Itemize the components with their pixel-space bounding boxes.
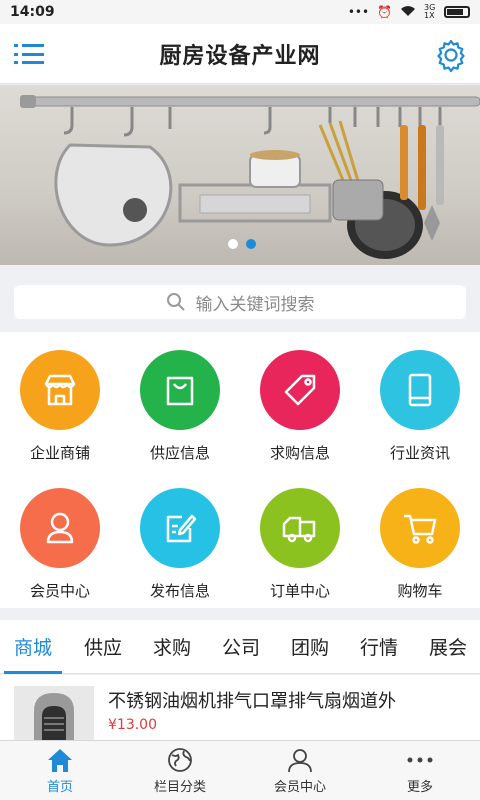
menu-button[interactable] (14, 40, 44, 68)
grid-item-shops[interactable]: 企业商铺 (0, 350, 120, 463)
search-placeholder: 输入关键词搜索 (195, 294, 315, 315)
home-icon (48, 748, 72, 772)
grid-label: 购物车 (397, 582, 443, 600)
signal-label: 3G 1X (424, 3, 436, 20)
grid-item-publish[interactable]: 发布信息 (120, 488, 240, 601)
status-icons: ••• ⏰ 3G 1X (348, 4, 470, 20)
grid-item-purchase[interactable]: 求购信息 (240, 350, 360, 463)
product-thumbnail (14, 686, 94, 746)
divider (0, 608, 480, 620)
grid-item-news[interactable]: 行业资讯 (360, 350, 480, 463)
globe-icon (168, 747, 192, 772)
list-item[interactable]: 不锈钢油烟机排气口罩排气扇烟道外 ¥13.00 (0, 675, 480, 746)
status-time: 14:09 (10, 4, 55, 20)
search-input[interactable]: 输入关键词搜索 (14, 285, 466, 319)
category-grid: 企业商铺 供应信息 求购信息 行业资讯 会员中心 发布信息 订单中心 购物车 (0, 332, 480, 608)
tab-market[interactable]: 行情 (360, 620, 398, 674)
grid-item-orders[interactable]: 订单中心 (240, 488, 360, 601)
nav-categories[interactable]: 栏目分类 (120, 741, 240, 800)
grid-label: 会员中心 (29, 582, 90, 600)
tab-company[interactable]: 公司 (222, 620, 260, 674)
tab-group-buy[interactable]: 团购 (291, 620, 329, 674)
carousel-indicator (228, 239, 256, 249)
grid-label: 行业资讯 (389, 444, 450, 462)
tab-mall[interactable]: 商城 (3, 620, 63, 674)
product-price: ¥13.00 (108, 717, 157, 733)
nav-member[interactable]: 会员中心 (240, 741, 360, 800)
shopping-bag-icon (140, 350, 220, 430)
tablet-icon (380, 350, 460, 430)
app-header: 厨房设备产业网 (0, 24, 480, 84)
settings-button[interactable] (434, 38, 468, 73)
person-icon (288, 748, 312, 772)
tab-supply[interactable]: 供应 (84, 620, 122, 674)
page-title: 厨房设备产业网 (159, 43, 321, 69)
carousel-dot-active[interactable] (246, 239, 256, 249)
more-icon (407, 757, 433, 762)
grid-item-supply[interactable]: 供应信息 (120, 350, 240, 463)
status-bar: 14:09 ••• ⏰ 3G 1X (0, 0, 480, 24)
edit-icon (140, 488, 220, 568)
product-name: 不锈钢油烟机排气口罩排气扇烟道外 (108, 691, 396, 712)
banner-image (20, 95, 480, 259)
battery-icon (444, 6, 470, 18)
banner-carousel[interactable] (0, 85, 480, 265)
grid-label: 发布信息 (149, 582, 210, 600)
nav-home[interactable]: 首页 (0, 741, 120, 800)
alarm-icon: ⏰ (377, 5, 392, 19)
bottom-nav: 首页 栏目分类 会员中心 更多 (0, 740, 480, 800)
carousel-dot[interactable] (228, 239, 238, 249)
tag-icon (260, 350, 340, 430)
menu-icon (14, 44, 44, 47)
category-tabs: 商城 供应 求购 公司 团购 行情 展会 (0, 620, 480, 674)
grid-item-member[interactable]: 会员中心 (0, 488, 120, 601)
storefront-icon (20, 350, 100, 430)
search-section: 输入关键词搜索 (0, 266, 480, 332)
nav-more[interactable]: 更多 (360, 741, 480, 800)
tab-purchase[interactable]: 求购 (153, 620, 191, 674)
cart-icon (380, 488, 460, 568)
grid-label: 企业商铺 (29, 444, 90, 462)
search-icon (166, 293, 185, 311)
tab-exhibition[interactable]: 展会 (429, 620, 467, 674)
grid-label: 供应信息 (149, 444, 210, 462)
more-notifications-icon: ••• (347, 5, 370, 19)
grid-item-cart[interactable]: 购物车 (360, 488, 480, 601)
grid-label: 求购信息 (269, 444, 330, 462)
gear-icon (437, 39, 465, 73)
truck-icon (260, 488, 340, 568)
grid-label: 订单中心 (269, 582, 330, 600)
wifi-icon (400, 5, 416, 20)
person-icon (20, 488, 100, 568)
